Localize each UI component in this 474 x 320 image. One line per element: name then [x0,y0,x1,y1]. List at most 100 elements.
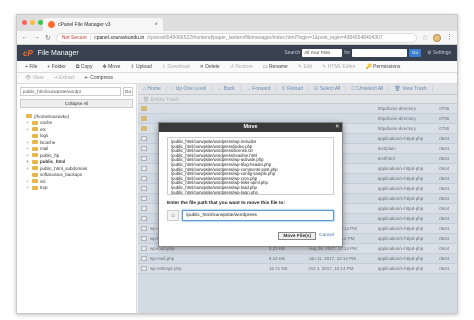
profile-avatar[interactable] [433,33,441,42]
close-dialog-icon[interactable]: × [335,123,339,132]
expand-icon[interactable]: + [26,166,30,171]
address-bar: ← → ↻ Not Secure | cpanel.souravkundu.in… [17,31,457,45]
expand-icon[interactable]: + [26,179,30,184]
reload-icon[interactable]: ↻ [45,34,51,42]
minimize-window-button[interactable] [30,20,35,25]
view-button[interactable]: 👁 View [20,75,49,81]
folder-tree-label: etc [40,126,47,132]
search-label: Search [284,50,301,56]
url-field[interactable]: Not Secure | cpanel.souravkundu.in /cpse… [55,32,417,43]
expand-icon[interactable]: + [26,153,30,158]
file-manager-header: cP File Manager Search All Your Files fo… [17,45,457,61]
collapse-all-button[interactable]: Collapse All [20,99,133,108]
delete-button[interactable]: ✕ Delete [195,64,225,70]
folder-tree-label: public_ftp [40,152,60,158]
not-secure-label: Not Secure [61,34,87,41]
page-title: File Manager [37,49,79,57]
browser-tab-bar: cPanel File Manager v3 × [17,15,457,31]
close-tab-icon[interactable]: × [154,22,158,28]
folder-icon [32,166,38,171]
move-dialog-header: Move × [159,123,342,132]
folder-tree-label: logs [40,133,49,139]
destination-field: ⌂ /public_html/ourwpsite/wordpress [167,210,334,221]
settings-button[interactable]: ⚙ Settings [427,50,451,56]
selected-file-path: /public_html/ourwpsite/wordpress/wp-logi… [171,189,258,195]
folder-tree-label: lscache [40,139,56,145]
rename-label: Rename [268,63,288,70]
edit-label: Edit [303,63,313,70]
expand-icon[interactable]: + [26,185,30,190]
view-label: View [32,75,44,81]
search-scope-select[interactable]: All Your Files [302,49,343,57]
settings-label: Settings [432,50,451,56]
compress-button[interactable]: ⇤ Compress [80,75,118,81]
main-toolbar: + File + Folder ⧉ Copy ✥ Move ⇪ Upload ⇩… [17,61,457,73]
cancel-button[interactable]: Cancel [319,232,334,240]
new-file-label: File [29,63,38,70]
cpanel-favicon-icon [48,21,55,28]
expand-icon[interactable]: + [26,120,30,125]
html-editor-label: HTML Editor [327,63,356,70]
dialog-actions: Move File(s) Cancel [278,232,334,240]
expand-icon[interactable]: + [26,127,30,132]
folder-icon [32,140,38,145]
move-files-button[interactable]: Move File(s) [278,232,317,240]
folder-icon [32,172,38,177]
new-folder-label: Folder [51,63,66,70]
upload-label: Upload [135,63,152,70]
permissions-label: Permissions [373,63,401,70]
delete-label: Delete [205,63,220,70]
folder-icon [32,146,38,151]
copy-button[interactable]: ⧉ Copy [71,64,98,70]
upload-button[interactable]: ⇪ Upload [125,64,156,70]
folder-tree-label: public_html [40,159,66,165]
browser-tab[interactable]: cPanel File Manager v3 × [43,18,163,31]
folder-tree-label: ssl [40,178,46,184]
folder-tree: (/home/souravku) + cache + etc logs + lscache + m… [20,113,133,191]
edit-button[interactable]: ✎ Edit [293,64,317,70]
new-file-button[interactable]: + File [20,64,42,70]
folder-tree-label: (/home/souravku) [34,113,70,119]
folder-icon [32,179,38,184]
browser-menu-icon[interactable]: ⋮ [446,34,453,41]
folder-icon [26,114,32,119]
destination-path-input[interactable]: /public_html/ourwpsite/wordpress [182,210,334,221]
extract-label: Extract [59,75,75,81]
expand-icon[interactable]: + [26,159,30,164]
bookmark-star-icon[interactable]: ☆ [422,34,428,42]
browser-window: cPanel File Manager v3 × ← → ↻ Not Secur… [16,14,458,314]
move-button[interactable]: ✥ Move [98,64,126,70]
extract-button[interactable]: ⇥ Extract [49,75,80,81]
new-folder-button[interactable]: + Folder [42,64,71,70]
path-navigator: public_html/ourwpsite/wordpr Go [20,87,133,96]
secondary-toolbar: 👁 View ⇥ Extract ⇤ Compress [17,73,457,84]
search-input[interactable] [352,49,408,57]
restore-label: Restore [235,63,253,70]
back-arrow-icon[interactable]: ← [21,34,28,41]
folder-tree-label: softaculous_backups [40,172,83,178]
search-bar: Search All Your Files for Go ⚙ Settings [284,49,451,57]
close-window-button[interactable] [22,20,27,25]
folder-icon [32,153,38,158]
restore-button[interactable]: ↺ Restore [225,64,258,70]
download-label: Download [167,63,190,70]
permissions-button[interactable]: 🔑 Permissions [361,64,406,70]
path-input[interactable]: public_html/ourwpsite/wordpr [20,87,121,96]
folder-tree-label: public_html_subdomain [40,165,88,171]
html-editor-button[interactable]: ✎ HTML Editor [317,64,360,70]
rename-button[interactable]: ▭ Rename [258,64,293,70]
folder-tree-item[interactable]: + tmp [20,185,133,192]
search-go-button[interactable]: Go [409,49,422,57]
url-separator: | [89,34,92,41]
folder-icon [32,185,38,190]
path-go-button[interactable]: Go [123,87,133,96]
forward-arrow-icon[interactable]: → [33,34,40,41]
window-controls [22,20,43,25]
move-dialog-title: Move [243,124,258,130]
copy-label: Copy [80,63,93,70]
expand-icon[interactable]: + [26,146,30,151]
url-host: cpanel.souravkundu.in [94,34,145,41]
download-button[interactable]: ⇩ Download [157,64,195,70]
expand-icon[interactable]: + [26,140,30,145]
browser-tab-title: cPanel File Manager v3 [58,21,111,28]
